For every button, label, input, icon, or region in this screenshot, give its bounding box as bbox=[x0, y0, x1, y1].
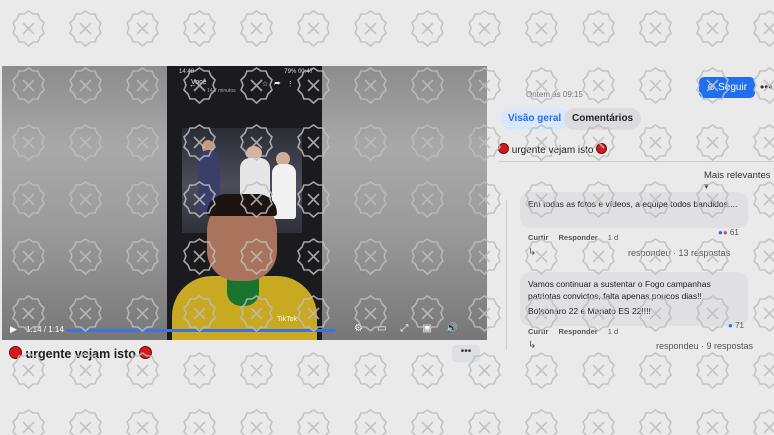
comment-age: 1 d bbox=[607, 233, 619, 242]
video-title: urgente vejam isto bbox=[9, 346, 153, 361]
phone-status-left: 14:48 bbox=[179, 69, 195, 75]
post-caption-text: urgente vejam isto bbox=[511, 145, 594, 156]
red-circle-icon bbox=[498, 143, 509, 154]
sort-label: Mais relevantes bbox=[704, 170, 771, 181]
more-options-icon[interactable]: ••• bbox=[760, 80, 773, 94]
thread-line bbox=[506, 200, 507, 350]
comment-bubble: Vamos continuar a sustentar o Fogo campa… bbox=[520, 272, 748, 326]
reply-link[interactable]: Responder bbox=[559, 327, 598, 336]
comment-text-line2: Bolsonaro 22 e Manato ES 22!!!! bbox=[528, 306, 651, 316]
comment-bubble: Em todas as fotos e vídeos, a equipe tod… bbox=[520, 192, 748, 228]
post-caption: urgente vejam isto bbox=[498, 143, 608, 156]
comment-sort-dropdown[interactable]: Mais relevantes ▾ bbox=[704, 170, 774, 192]
follow-label: Seguir bbox=[718, 82, 748, 93]
phone-status-bar: 14:48 79% 00:47 bbox=[175, 69, 315, 77]
red-circle-icon bbox=[139, 346, 153, 359]
phone-subtitle: 14,7 minutos bbox=[207, 88, 236, 94]
play-icon[interactable]: ▶ bbox=[10, 324, 17, 335]
comment-text: Vamos continuar a sustentar o Fogo campa… bbox=[528, 279, 711, 301]
reaction-count[interactable]: ● 71 bbox=[728, 321, 744, 330]
phone-title: Você bbox=[191, 79, 207, 86]
comment-actions: Curtir Responder 1 d bbox=[528, 327, 618, 336]
reaction-number: 61 bbox=[729, 228, 739, 237]
like-link[interactable]: Curtir bbox=[528, 233, 548, 242]
view-replies-link[interactable]: respondeu · 13 respostas bbox=[628, 248, 730, 258]
reaction-number: 71 bbox=[735, 321, 744, 330]
comment-actions: Curtir Responder 1 d bbox=[528, 233, 618, 242]
video-player[interactable]: 14:48 79% 00:47 ← Você 14,7 minutos ☆⮫⋮ … bbox=[2, 66, 487, 340]
reply-arrow-icon: ↳ bbox=[528, 247, 537, 258]
video-controls: ▶ 1:14 / 1:14 ⚙▭⤢▣🔊 bbox=[2, 320, 487, 340]
comment-age: 1 d bbox=[607, 327, 619, 336]
comment-text: Em todas as fotos e vídeos, a equipe tod… bbox=[528, 199, 738, 209]
video-progress-bar[interactable] bbox=[66, 329, 336, 332]
chevron-down-icon: ▾ bbox=[704, 181, 709, 192]
follow-button[interactable]: ⊕ Seguir bbox=[699, 77, 755, 98]
more-options-button[interactable]: ••• bbox=[452, 345, 480, 362]
reply-link[interactable]: Responder bbox=[559, 233, 598, 242]
phone-screen-recording: 14:48 79% 00:47 ← Você 14,7 minutos ☆⮫⋮ … bbox=[167, 66, 322, 340]
tab-comments[interactable]: Comentários bbox=[564, 108, 642, 130]
settings-icon[interactable]: ⚙▭⤢▣🔊 bbox=[354, 323, 472, 334]
phone-action-icons: ☆⮫⋮ bbox=[262, 81, 300, 88]
red-circle-icon bbox=[9, 346, 22, 359]
tab-overview[interactable]: Visão geral bbox=[500, 108, 570, 130]
view-replies-link[interactable]: respondeu · 9 respostas bbox=[656, 341, 753, 351]
love-reaction-icon: ● bbox=[722, 228, 728, 237]
reply-arrow-icon: ↳ bbox=[528, 340, 537, 351]
reaction-count[interactable]: ●● 61 bbox=[718, 228, 739, 237]
post-timestamp: Ontem às 09:15 · bbox=[526, 90, 588, 99]
like-reaction-icon: ● bbox=[728, 321, 733, 330]
video-time: 1:14 / 1:14 bbox=[26, 325, 64, 334]
phone-status-right: 79% 00:47 bbox=[284, 69, 313, 75]
red-circle-icon bbox=[596, 143, 608, 154]
divider bbox=[498, 161, 774, 162]
like-link[interactable]: Curtir bbox=[528, 327, 548, 336]
video-title-text: urgente vejam isto bbox=[25, 347, 136, 361]
follow-icon: ⊕ bbox=[706, 82, 716, 93]
